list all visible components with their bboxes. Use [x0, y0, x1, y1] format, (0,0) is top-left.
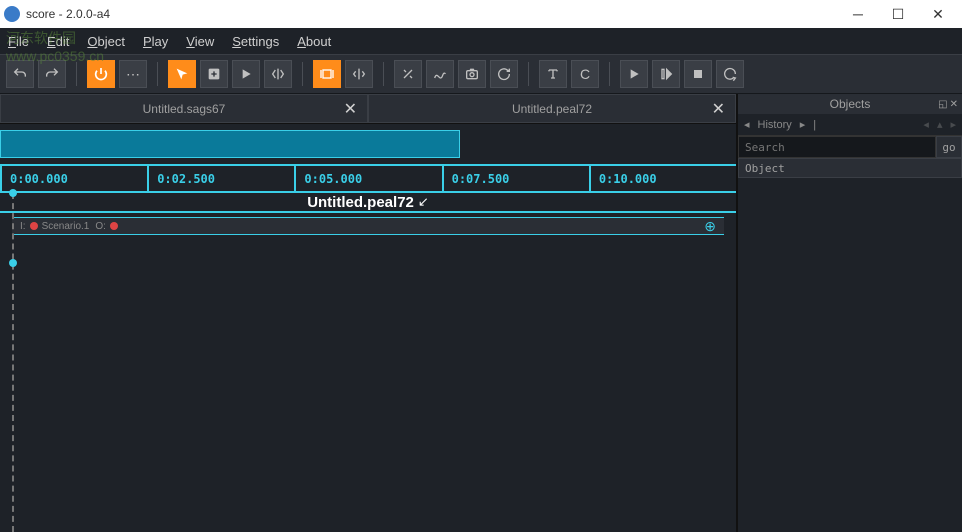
toolbar: ⋯ C	[0, 54, 962, 94]
curve-button[interactable]	[426, 60, 454, 88]
minimize-button[interactable]: ─	[838, 2, 878, 26]
close-button[interactable]: ✕	[918, 2, 958, 26]
menu-play[interactable]: Play	[143, 34, 168, 49]
ruler-tick: 0:00.000	[0, 166, 147, 191]
menu-about[interactable]: About	[297, 34, 331, 49]
toolbar-separator	[383, 62, 384, 86]
tab-label: Untitled.sags67	[143, 102, 226, 116]
condition-button[interactable]: C	[571, 60, 599, 88]
add-button[interactable]	[200, 60, 228, 88]
history-back-icon[interactable]: ◂	[744, 118, 750, 131]
scale-button[interactable]	[394, 60, 422, 88]
maximize-button[interactable]: ☐	[878, 2, 918, 26]
toolbar-separator	[609, 62, 610, 86]
object-list-header[interactable]: Object	[738, 158, 962, 178]
nav-next-icon[interactable]: ▸	[950, 118, 956, 131]
playhead-handle-icon[interactable]	[9, 259, 17, 267]
menu-settings[interactable]: Settings	[232, 34, 279, 49]
nav-prev-icon[interactable]: ◂	[923, 118, 929, 131]
menubar: File Edit Object Play View Settings Abou…	[0, 28, 962, 54]
document-tab[interactable]: Untitled.sags67 ✕	[0, 94, 368, 123]
toolbar-separator	[528, 62, 529, 86]
select-tool-button[interactable]	[168, 60, 196, 88]
timeline-canvas[interactable]: Untitled.peal72 ↙ I: Scenario.1 O: ⊕	[0, 192, 736, 532]
scenario-out-label: O:	[95, 221, 106, 232]
document-tab[interactable]: Untitled.peal72 ✕	[368, 94, 736, 123]
playhead[interactable]	[12, 193, 14, 532]
cursor-icon: ↙	[418, 194, 429, 210]
transport-pause-button[interactable]	[652, 60, 680, 88]
scenario-header[interactable]: I: Scenario.1 O: ⊕	[12, 217, 724, 235]
toolbar-separator	[157, 62, 158, 86]
sync-button[interactable]	[264, 60, 292, 88]
region-overview[interactable]	[0, 130, 736, 158]
history-forward-icon[interactable]: ▸	[800, 118, 806, 131]
redo-button[interactable]	[38, 60, 66, 88]
text-button[interactable]	[539, 60, 567, 88]
power-button[interactable]	[87, 60, 115, 88]
split-button[interactable]	[345, 60, 373, 88]
ruler-tick: 0:07.500	[442, 166, 589, 191]
undo-button[interactable]	[6, 60, 34, 88]
interval-bar[interactable]	[0, 211, 736, 213]
object-list[interactable]	[738, 178, 962, 532]
tab-label: Untitled.peal72	[512, 102, 592, 116]
window-titlebar: score - 2.0.0-a4 ─ ☐ ✕	[0, 0, 962, 28]
nav-up-icon[interactable]: ▴	[937, 118, 943, 131]
playhead-handle-icon[interactable]	[9, 189, 17, 197]
panel-title-bar[interactable]: Objects ◱ ✕	[738, 94, 962, 114]
tab-close-icon[interactable]: ✕	[712, 99, 725, 119]
transport-play-button[interactable]	[620, 60, 648, 88]
port-out-icon[interactable]	[110, 222, 118, 230]
ruler-tick: 0:05.000	[294, 166, 441, 191]
bounds-button[interactable]	[313, 60, 341, 88]
ruler-tick: 0:02.500	[147, 166, 294, 191]
transport-stop-button[interactable]	[684, 60, 712, 88]
refresh-button[interactable]	[490, 60, 518, 88]
search-bar: go	[738, 136, 962, 158]
panel-close-icon[interactable]: ✕	[950, 99, 958, 110]
menu-file[interactable]: File	[8, 34, 29, 49]
history-label: History	[758, 119, 792, 131]
more-button[interactable]: ⋯	[119, 60, 147, 88]
document-tab-bar: Untitled.sags67 ✕ Untitled.peal72 ✕	[0, 94, 736, 124]
transport-rewind-button[interactable]	[716, 60, 744, 88]
scenario-name: Scenario.1	[42, 221, 90, 232]
scenario-in-label: I:	[20, 221, 26, 232]
tab-close-icon[interactable]: ✕	[344, 99, 357, 119]
time-ruler[interactable]: 0:00.000 0:02.500 0:05.000 0:07.500 0:10…	[0, 164, 736, 192]
toolbar-separator	[302, 62, 303, 86]
port-in-icon[interactable]	[30, 222, 38, 230]
menu-view[interactable]: View	[186, 34, 214, 49]
window-title: score - 2.0.0-a4	[26, 7, 838, 21]
panel-title: Objects	[830, 97, 871, 111]
snapshot-button[interactable]	[458, 60, 486, 88]
search-input[interactable]	[738, 136, 936, 158]
region-selection[interactable]	[0, 130, 460, 158]
history-bar: ◂ History ▸ | ◂ ▴ ▸	[738, 114, 962, 136]
search-go-button[interactable]: go	[936, 136, 962, 158]
history-separator: |	[813, 119, 816, 131]
toolbar-separator	[76, 62, 77, 86]
ruler-tick: 0:10.000	[589, 166, 736, 191]
app-icon	[4, 6, 20, 22]
menu-object[interactable]: Object	[87, 34, 125, 49]
interval-title: Untitled.peal72	[307, 194, 414, 211]
objects-panel: Objects ◱ ✕ ◂ History ▸ | ◂ ▴ ▸ go Objec…	[736, 94, 962, 532]
menu-edit[interactable]: Edit	[47, 34, 69, 49]
play-button[interactable]	[232, 60, 260, 88]
add-process-icon[interactable]: ⊕	[704, 218, 716, 235]
main-area: Untitled.sags67 ✕ Untitled.peal72 ✕ 0:00…	[0, 94, 736, 532]
panel-undock-icon[interactable]: ◱	[938, 99, 947, 110]
